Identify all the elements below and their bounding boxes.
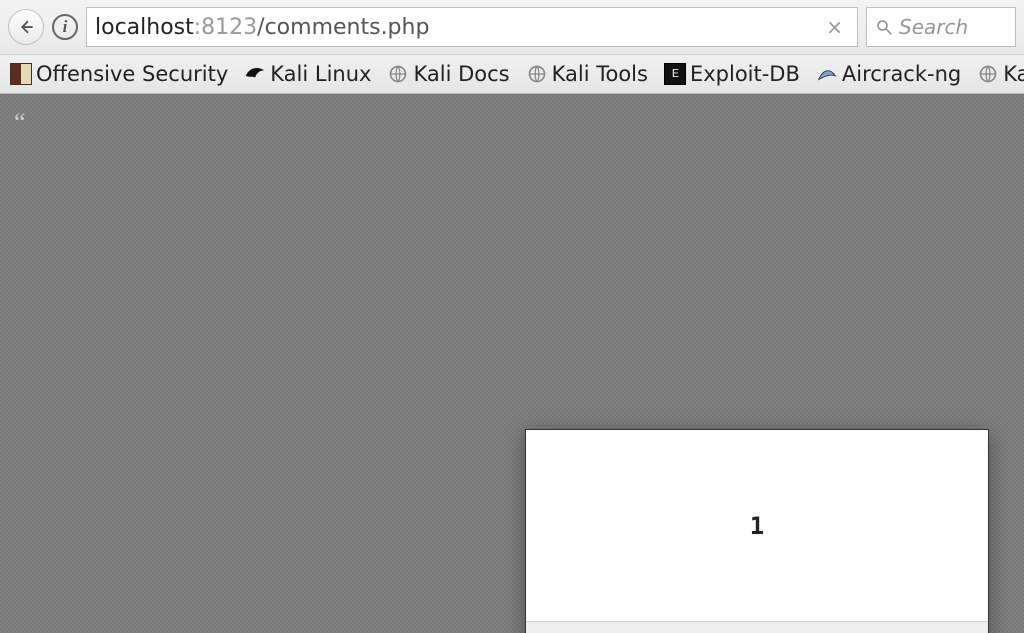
back-button[interactable]	[8, 9, 44, 45]
bookmark-aircrack-ng[interactable]: Aircrack-ng	[816, 62, 961, 86]
alert-message: 1	[526, 430, 988, 622]
address-bar[interactable]: localhost:8123/comments.php ×	[86, 7, 858, 47]
bookmark-label: Kali Tools	[552, 62, 648, 86]
bookmark-label: Kali Linux	[270, 62, 371, 86]
bookmark-exploit-db[interactable]: E Exploit-DB	[664, 62, 800, 86]
bookmark-label: Kali	[1003, 62, 1024, 86]
bookmark-label: Offensive Security	[36, 62, 228, 86]
kali-dragon-icon	[244, 63, 266, 85]
bookmark-offensive-security[interactable]: Offensive Security	[10, 62, 228, 86]
page-stray-text: “	[14, 108, 26, 138]
aircrack-icon	[816, 63, 838, 85]
search-icon	[875, 18, 893, 36]
bookmark-label: Kali Docs	[413, 62, 509, 86]
alert-actions: OK	[526, 622, 988, 633]
url-path: /comments.php	[257, 15, 429, 40]
globe-icon	[526, 63, 548, 85]
arrow-left-icon	[17, 18, 35, 36]
search-placeholder: Search	[899, 15, 968, 39]
site-info-icon[interactable]: i	[52, 14, 78, 40]
globe-icon	[977, 63, 999, 85]
bookmark-label: Exploit-DB	[690, 62, 800, 86]
bookmark-kali[interactable]: Kali	[977, 62, 1024, 86]
bookmarks-toolbar: Offensive Security Kali Linux Kali Docs …	[0, 55, 1024, 94]
bookmark-label: Aircrack-ng	[842, 62, 961, 86]
bookmark-kali-linux[interactable]: Kali Linux	[244, 62, 371, 86]
clear-url-button[interactable]: ×	[820, 13, 849, 41]
bookmark-kali-docs[interactable]: Kali Docs	[387, 62, 509, 86]
url-port: :8123	[194, 15, 257, 40]
navigation-toolbar: i localhost:8123/comments.php × Search	[0, 0, 1024, 55]
page-content: “ 1 OK	[0, 94, 1024, 633]
globe-icon	[387, 63, 409, 85]
url-text: localhost:8123/comments.php	[95, 15, 429, 40]
bookmark-kali-tools[interactable]: Kali Tools	[526, 62, 648, 86]
search-input[interactable]: Search	[866, 7, 1016, 47]
exploit-db-icon: E	[664, 63, 686, 85]
alert-dialog: 1 OK	[525, 429, 989, 633]
offsec-icon	[10, 63, 32, 85]
url-host: localhost	[95, 15, 194, 40]
